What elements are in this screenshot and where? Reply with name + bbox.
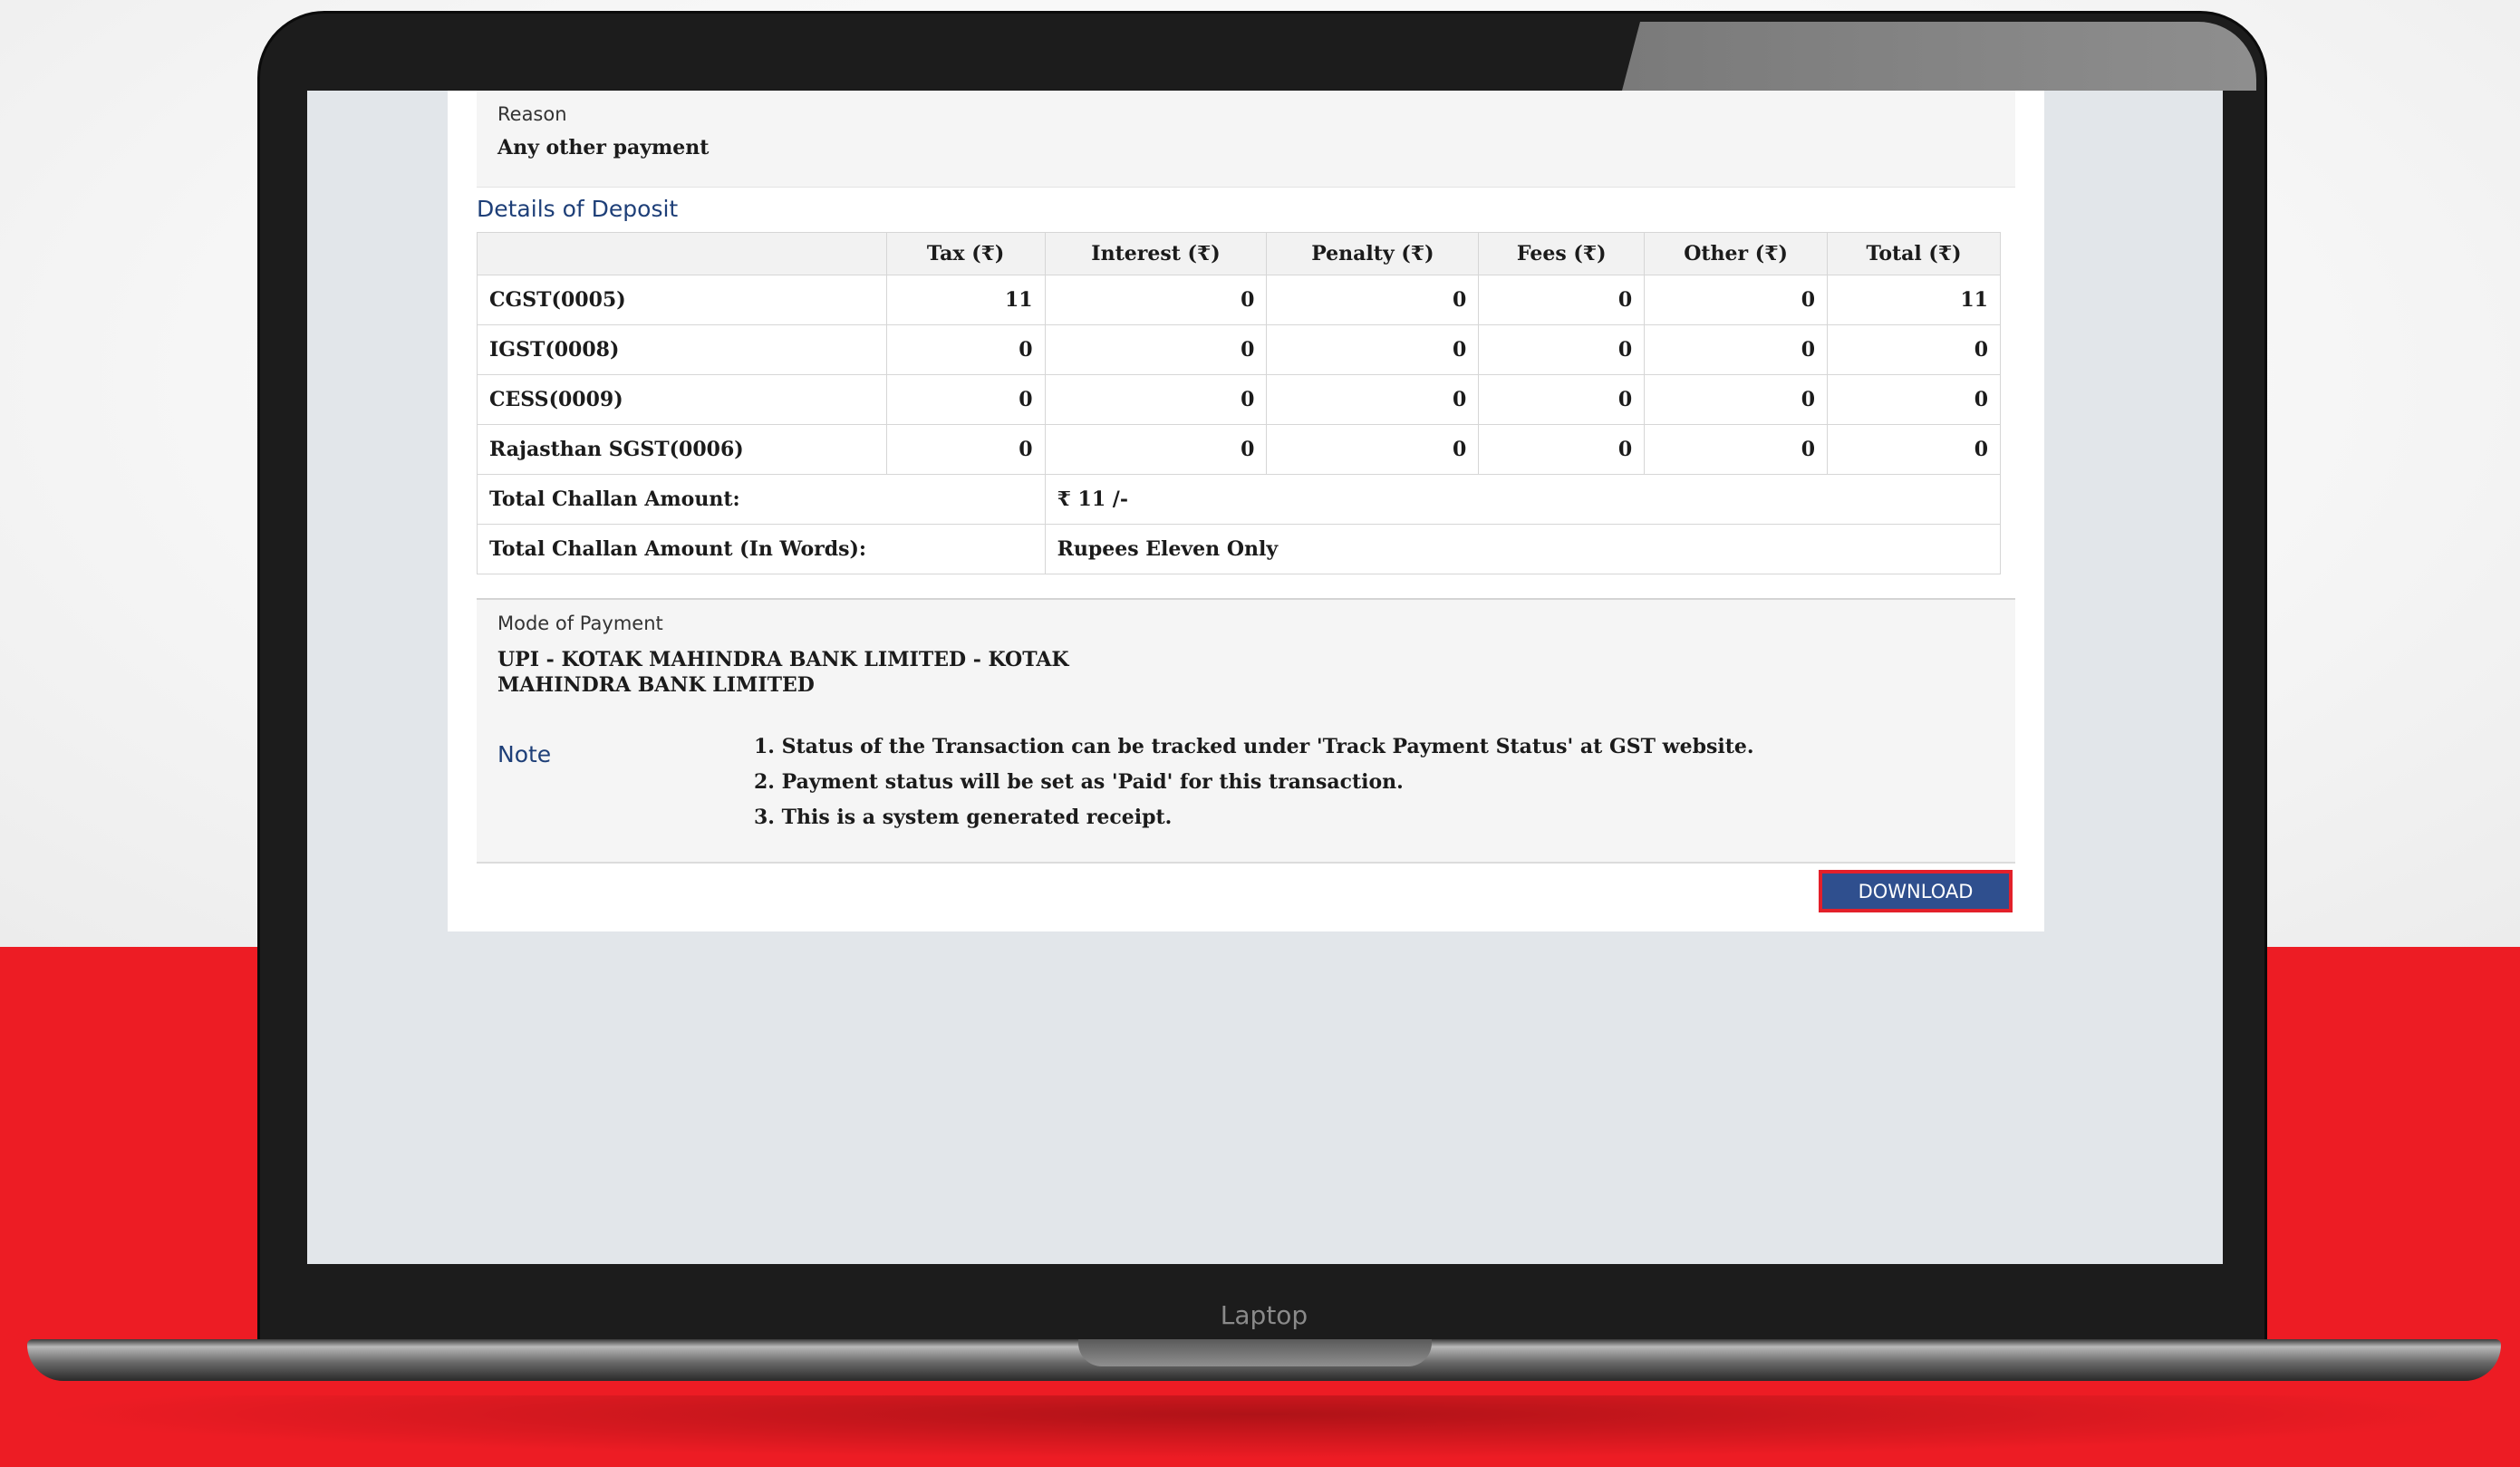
note-title: Note	[497, 741, 552, 767]
note-item: 2. Payment status will be set as 'Paid' …	[754, 770, 1404, 794]
total-amount-words-value: Rupees Eleven Only	[1044, 524, 2002, 574]
row-label: IGST(0008)	[477, 324, 887, 375]
cell-total: 0	[1827, 324, 2001, 375]
note-list: 1. Status of the Transaction can be trac…	[754, 730, 1754, 836]
cell-tax: 0	[885, 424, 1046, 475]
cell-interest: 0	[1044, 324, 1268, 375]
cell-interest: 0	[1044, 374, 1268, 425]
cell-fees: 0	[1478, 324, 1646, 375]
cell-penalty: 0	[1266, 324, 1480, 375]
table-row: CESS(0009) 0 0 0 0 0 0	[477, 374, 2001, 425]
cell-fees: 0	[1478, 275, 1646, 325]
cell-interest: 0	[1044, 424, 1268, 475]
total-amount-label: Total Challan Amount:	[477, 474, 1046, 525]
total-amount-words-row: Total Challan Amount (In Words): Rupees …	[477, 524, 2002, 574]
cell-other: 0	[1644, 374, 1829, 425]
table-row: IGST(0008) 0 0 0 0 0 0	[477, 324, 2001, 375]
total-amount-value: ₹ 11 /-	[1044, 474, 2002, 525]
total-amount-row: Total Challan Amount: ₹ 11 /-	[477, 474, 2002, 525]
cell-tax: 11	[885, 275, 1046, 325]
reason-label: Reason	[497, 103, 567, 125]
cell-total: 0	[1827, 424, 2001, 475]
cell-other: 0	[1644, 275, 1829, 325]
row-label: Rajasthan SGST(0006)	[477, 424, 887, 475]
table-row: CGST(0005) 11 0 0 0 0 11	[477, 275, 2001, 325]
receipt-panel: Reason Any other payment Details of Depo…	[448, 91, 2044, 931]
reason-value: Any other payment	[497, 136, 710, 159]
payment-mode-box: Mode of Payment UPI - KOTAK MAHINDRA BAN…	[477, 598, 2015, 723]
note-item: 3. This is a system generated receipt.	[754, 806, 1173, 829]
cell-interest: 0	[1044, 275, 1268, 325]
cell-fees: 0	[1478, 374, 1646, 425]
cell-penalty: 0	[1266, 275, 1480, 325]
column-header-other: Other (₹)	[1644, 232, 1829, 275]
total-amount-words-label: Total Challan Amount (In Words):	[477, 524, 1046, 574]
laptop-screen: Reason Any other payment Details of Depo…	[307, 91, 2223, 1264]
column-header-interest: Interest (₹)	[1044, 232, 1268, 275]
reason-box: Reason Any other payment	[477, 91, 2015, 188]
laptop-label: Laptop	[1220, 1300, 1308, 1330]
row-label: CESS(0009)	[477, 374, 887, 425]
download-button[interactable]: DOWNLOAD	[1819, 870, 2013, 912]
payment-mode-value: UPI - KOTAK MAHINDRA BANK LIMITED - KOTA…	[497, 648, 1069, 697]
cell-other: 0	[1644, 324, 1829, 375]
column-header-total: Total (₹)	[1827, 232, 2001, 275]
column-header-penalty: Penalty (₹)	[1266, 232, 1480, 275]
column-header-tax: Tax (₹)	[885, 232, 1046, 275]
column-header	[477, 232, 887, 275]
table-row: Rajasthan SGST(0006) 0 0 0 0 0 0	[477, 424, 2001, 475]
cell-tax: 0	[885, 374, 1046, 425]
lid-glare	[1622, 22, 2256, 91]
laptop-shadow	[36, 1395, 2483, 1459]
column-header-fees: Fees (₹)	[1478, 232, 1646, 275]
note-box: Note 1. Status of the Transaction can be…	[477, 721, 2015, 864]
deposit-section-title: Details of Deposit	[477, 196, 679, 222]
note-item: 1. Status of the Transaction can be trac…	[754, 735, 1754, 758]
cell-penalty: 0	[1266, 424, 1480, 475]
cell-other: 0	[1644, 424, 1829, 475]
cell-total: 0	[1827, 374, 2001, 425]
deposit-table: Tax (₹) Interest (₹) Penalty (₹) Fees (₹…	[477, 232, 2002, 574]
row-label: CGST(0005)	[477, 275, 887, 325]
payment-mode-label: Mode of Payment	[497, 613, 663, 634]
table-header-row: Tax (₹) Interest (₹) Penalty (₹) Fees (₹…	[477, 232, 2001, 275]
cell-total: 11	[1827, 275, 2001, 325]
cell-tax: 0	[885, 324, 1046, 375]
laptop-notch	[1078, 1339, 1432, 1366]
cell-penalty: 0	[1266, 374, 1480, 425]
cell-fees: 0	[1478, 424, 1646, 475]
